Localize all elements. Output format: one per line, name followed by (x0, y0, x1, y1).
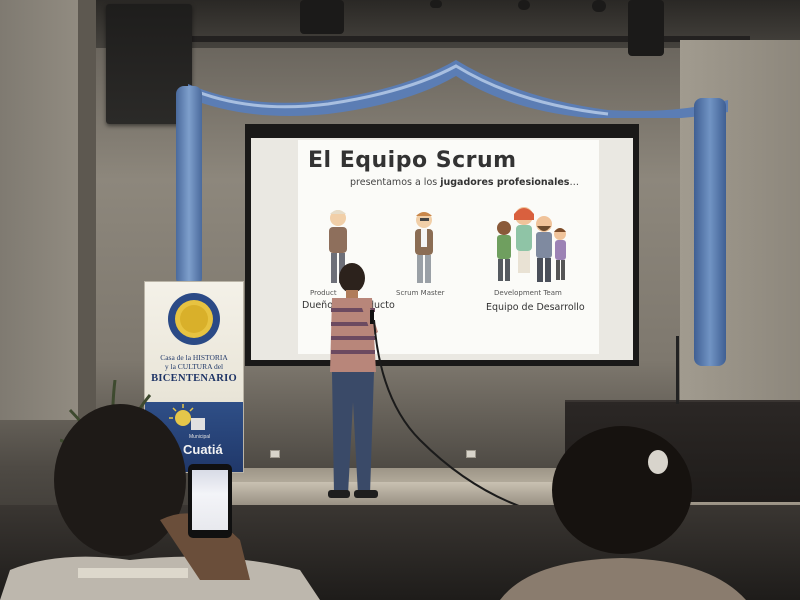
lighting-truss (190, 36, 750, 42)
subtitle-prefix: presentamos a los (350, 177, 441, 188)
stage-light-3 (518, 0, 530, 10)
stage-light-2 (430, 0, 442, 8)
stage-light-1 (300, 0, 344, 34)
pillar (78, 0, 96, 420)
subtitle-suffix: … (569, 177, 579, 188)
subtitle-bold: jugadores profesionales (440, 177, 570, 188)
stage-light-4 (592, 0, 606, 12)
smartphone (188, 464, 232, 538)
stage-light-5 (628, 0, 664, 56)
audience-member-left (0, 404, 320, 600)
mic-stand (676, 336, 679, 404)
banner-logo (168, 293, 220, 345)
auditorium-photo: El Equipo Scrum presentamos a los jugado… (0, 0, 800, 600)
development-team-figures (497, 207, 566, 282)
caption-dev-team-en: Development Team (494, 289, 562, 297)
slide-title: El Equipo Scrum (308, 148, 517, 173)
caption-scrum-master: Scrum Master (396, 289, 445, 297)
slide-subtitle: presentamos a los jugadores profesionale… (350, 177, 579, 188)
audience-member-right (500, 426, 746, 600)
curtain-right (694, 98, 726, 366)
curtain-left (176, 86, 202, 286)
banner-line-2: y la CULTURA del (164, 362, 224, 371)
curtain-swag (188, 60, 728, 118)
caption-dev-team-es: Equipo de Desarrollo (486, 302, 585, 313)
banner-line-1: Casa de la HISTORIA (160, 353, 228, 362)
scrum-master-figure (415, 212, 433, 283)
phone-screen (192, 470, 228, 530)
